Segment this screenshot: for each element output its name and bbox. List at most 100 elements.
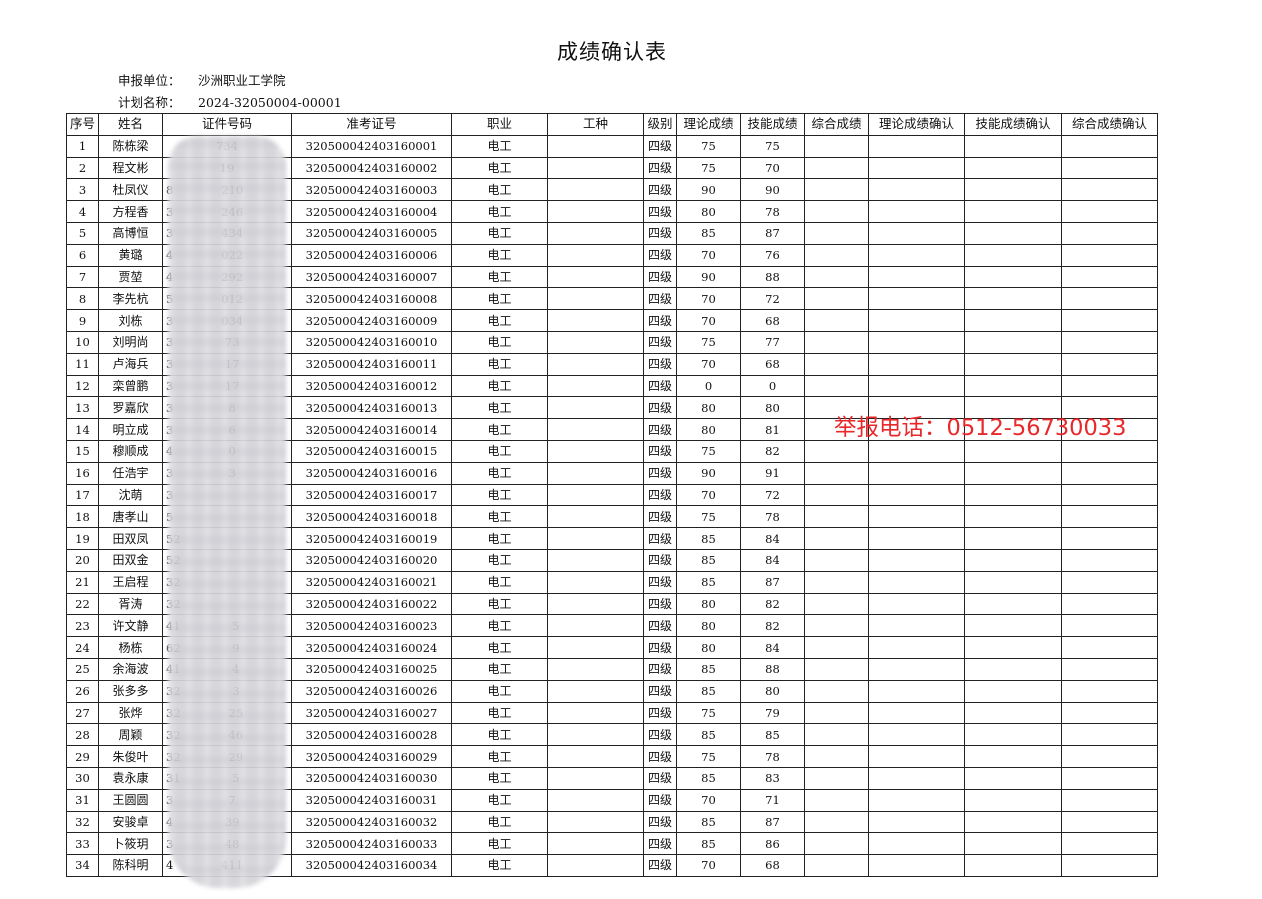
cell-skill-score: 88 [740, 657, 805, 681]
cell-exam-number: 320500042403160007 [291, 265, 452, 289]
cell-theory-confirm [868, 657, 965, 681]
cell-no: 4 [66, 200, 99, 223]
cell-overall-score [804, 439, 869, 463]
cell-work-type [547, 178, 644, 202]
cell-exam-number: 320500042403160028 [291, 723, 452, 747]
cell-occupation: 电工 [451, 701, 548, 725]
cell-occupation: 电工 [451, 243, 548, 267]
cell-overall-score [804, 854, 869, 877]
cell-theory-score: 70 [676, 483, 741, 507]
cell-overall-confirm [1061, 548, 1158, 572]
cell-overall-score [804, 592, 869, 616]
cell-overall-confirm [1061, 309, 1158, 332]
cell-exam-number: 320500042403160017 [291, 483, 452, 507]
cell-overall-confirm [1061, 527, 1158, 550]
cell-skill-confirm [964, 352, 1062, 376]
cell-theory-confirm [868, 788, 965, 812]
cell-no: 28 [66, 723, 99, 747]
cell-overall-score [804, 352, 869, 376]
cell-exam-number: 320500042403160030 [291, 766, 452, 790]
cell-overall-confirm [1061, 701, 1158, 725]
cell-no: 2 [66, 156, 99, 180]
cell-level: 四级 [643, 832, 677, 856]
cell-work-type [547, 832, 644, 856]
cell-skill-score: 87 [740, 570, 805, 594]
cell-overall-confirm [1061, 788, 1158, 812]
cell-theory-score: 80 [676, 396, 741, 420]
cell-occupation: 电工 [451, 832, 548, 856]
cell-overall-score [804, 178, 869, 202]
column-header: 工种 [547, 113, 644, 136]
cell-occupation: 电工 [451, 788, 548, 812]
cell-skill-score: 86 [740, 832, 805, 856]
cell-occupation: 电工 [451, 527, 548, 550]
cell-skill-confirm [964, 766, 1062, 790]
cell-no: 30 [66, 766, 99, 790]
column-header: 姓名 [98, 113, 163, 136]
cell-exam-number: 320500042403160004 [291, 200, 452, 223]
cell-skill-score: 0 [740, 374, 805, 398]
cell-name: 刘明尚 [98, 330, 163, 354]
cell-overall-score [804, 679, 869, 703]
cell-theory-score: 70 [676, 287, 741, 311]
cell-overall-score [804, 330, 869, 354]
cell-skill-confirm [964, 788, 1062, 812]
cell-theory-confirm [868, 570, 965, 594]
cell-level: 四级 [643, 374, 677, 398]
cell-overall-score [804, 745, 869, 768]
cell-occupation: 电工 [451, 156, 548, 180]
cell-occupation: 电工 [451, 636, 548, 659]
cell-occupation: 电工 [451, 352, 548, 376]
cell-theory-confirm [868, 854, 965, 877]
cell-theory-score: 80 [676, 418, 741, 441]
cell-occupation: 电工 [451, 505, 548, 529]
cell-skill-score: 77 [740, 330, 805, 354]
cell-theory-confirm [868, 309, 965, 332]
cell-theory-score: 90 [676, 178, 741, 202]
cell-name: 李先杭 [98, 287, 163, 311]
cell-no: 11 [66, 352, 99, 376]
cell-level: 四级 [643, 657, 677, 681]
cell-name: 沈萌 [98, 483, 163, 507]
cell-level: 四级 [643, 483, 677, 507]
cell-theory-confirm [868, 745, 965, 768]
cell-level: 四级 [643, 330, 677, 354]
cell-no: 23 [66, 614, 99, 638]
column-header: 理论成绩 [676, 113, 741, 136]
cell-level: 四级 [643, 221, 677, 245]
cell-overall-confirm [1061, 265, 1158, 289]
cell-level: 四级 [643, 156, 677, 180]
cell-level: 四级 [643, 439, 677, 463]
cell-skill-score: 72 [740, 287, 805, 311]
cell-name: 安骏卓 [98, 810, 163, 834]
cell-theory-score: 75 [676, 156, 741, 180]
cell-exam-number: 320500042403160013 [291, 396, 452, 420]
cell-work-type [547, 592, 644, 616]
cell-overall-confirm [1061, 570, 1158, 594]
cell-theory-score: 0 [676, 374, 741, 398]
cell-skill-score: 85 [740, 723, 805, 747]
cell-overall-score [804, 788, 869, 812]
cell-work-type [547, 374, 644, 398]
cell-no: 6 [66, 243, 99, 267]
cell-name: 杨栋 [98, 636, 163, 659]
cell-occupation: 电工 [451, 439, 548, 463]
cell-theory-score: 85 [676, 723, 741, 747]
cell-theory-confirm [868, 810, 965, 834]
cell-theory-confirm [868, 134, 965, 158]
cell-skill-confirm [964, 679, 1062, 703]
cell-no: 3 [66, 178, 99, 202]
cell-work-type [547, 483, 644, 507]
cell-name: 许文静 [98, 614, 163, 638]
cell-level: 四级 [643, 243, 677, 267]
cell-exam-number: 320500042403160019 [291, 527, 452, 550]
cell-skill-score: 78 [740, 200, 805, 223]
cell-name: 明立成 [98, 418, 163, 441]
cell-overall-confirm [1061, 810, 1158, 834]
column-header: 技能成绩确认 [964, 113, 1062, 136]
cell-overall-score [804, 832, 869, 856]
cell-theory-confirm [868, 439, 965, 463]
cell-overall-confirm [1061, 505, 1158, 529]
cell-theory-confirm [868, 527, 965, 550]
cell-name: 陈科明 [98, 854, 163, 877]
